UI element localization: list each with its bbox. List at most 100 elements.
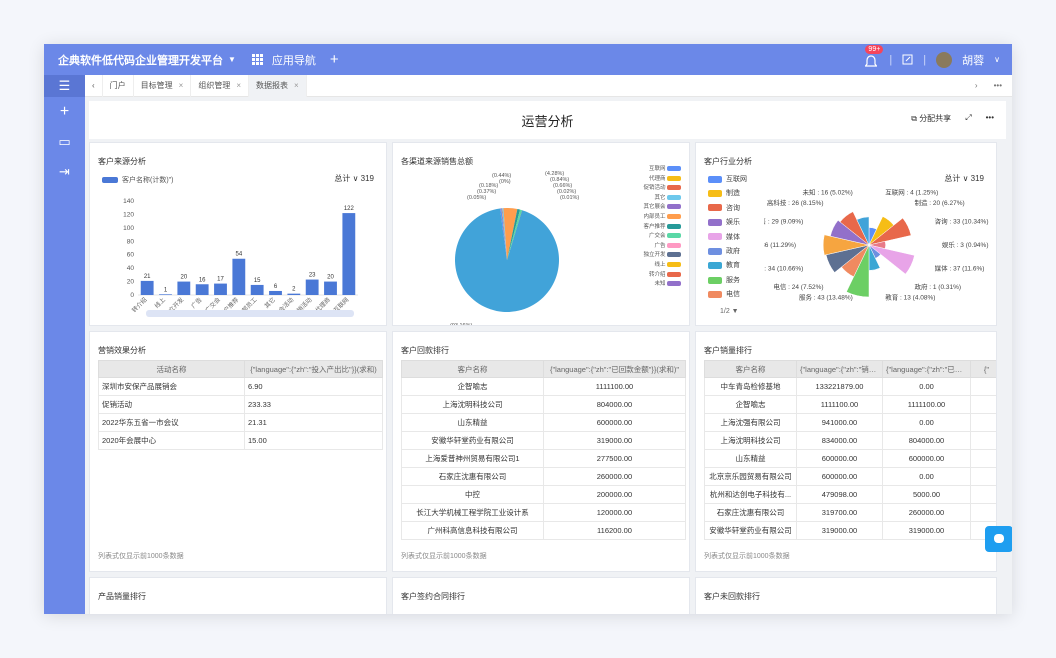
legend-item[interactable]: 媒体 [708, 231, 747, 245]
table-cell: 319000.00 [796, 521, 883, 540]
legend-item[interactable]: 其它 [643, 194, 681, 204]
chevron-down-icon[interactable]: ∨ [994, 55, 1000, 64]
column-header[interactable]: {" [970, 360, 996, 378]
table-row[interactable]: 北京京乐园贸易有限公司 600000.00 0.00 [704, 467, 996, 486]
legend-item[interactable]: 政府 [708, 245, 747, 259]
bar [159, 294, 172, 295]
table-row[interactable]: 杭州和达创电子科技有... 479098.00 5000.00 [704, 485, 996, 504]
column-header[interactable]: 客户名称 [704, 360, 797, 378]
edit-icon[interactable] [902, 54, 913, 65]
table-row[interactable]: 石家庄沈惠有限公司 319700.00 260000.00 [704, 503, 996, 522]
legend-item[interactable]: 广告 [643, 242, 681, 252]
legend-item[interactable]: 促销活动 [643, 184, 681, 194]
table-row[interactable]: 石家庄沈惠有限公司 260000.00 [401, 467, 686, 486]
table-row[interactable]: 促销活动 233.33 [98, 395, 383, 414]
app-nav-button[interactable]: 应用导航 [251, 52, 316, 68]
table-cell: 1111100.00 [543, 377, 686, 396]
table-row[interactable]: 上海沈强有限公司 941000.00 0.00 [704, 413, 996, 432]
legend-item[interactable]: 转介绍 [643, 271, 681, 281]
table-row[interactable]: 深圳市安保产品展销会 6.90 [98, 377, 383, 396]
legend-item[interactable]: 广交会 [643, 232, 681, 242]
menu-icon[interactable]: ☰ [44, 75, 85, 97]
add-icon[interactable]: + [44, 97, 85, 127]
table-row[interactable]: 中控 200000.00 [401, 485, 686, 504]
chevron-down-icon[interactable]: ▼ [228, 55, 236, 64]
table-row[interactable]: 上海沈明科技公司 834000.00 804000.00 [704, 431, 996, 450]
table-row[interactable]: 山东精益 600000.00 [401, 413, 686, 432]
legend-item[interactable]: 代理商 [643, 175, 681, 185]
table-row[interactable]: 中车青岛检修基地 133221879.00 0.00 [704, 377, 996, 396]
card-title: 客户行业分析 [704, 157, 752, 166]
data-label: 未知 : 16 (5.02%) [803, 187, 853, 196]
tab-portal[interactable]: 门户 [103, 74, 134, 97]
table-row[interactable]: 企智喻志 1111100.00 1111100.00 [704, 395, 996, 414]
table-cell: 上海沈强有限公司 [704, 413, 797, 432]
chevron-right-icon[interactable]: › [975, 81, 978, 90]
legend-item[interactable]: 电信 [708, 288, 747, 302]
monitor-icon[interactable]: ▭ [44, 127, 85, 157]
share-button[interactable]: ⧉ 分配共享 [911, 113, 951, 124]
legend-item[interactable]: 娱乐 [708, 216, 747, 230]
x-tick-label: 广告 [189, 296, 203, 310]
x-tick-label: 其它 [263, 296, 277, 310]
fullscreen-icon[interactable]: ⤢ [965, 113, 971, 124]
notification-button[interactable]: 99+ [865, 44, 884, 67]
data-table: 客户名称 {"language":{"zh":"已回款金额"}}(求和)" 企智喻志… [401, 360, 686, 540]
table-cell: 319000.00 [882, 521, 971, 540]
table-row[interactable]: 长江大学机械工程学院工业设计系 120000.00 [401, 503, 686, 522]
more-icon[interactable]: ••• [986, 113, 994, 124]
data-label: 制造 : 20 (6.27%) [914, 198, 964, 207]
table-row[interactable]: 安徽华轩堂药业有限公司 319000.00 [401, 431, 686, 450]
legend-item[interactable]: 服务 [708, 274, 747, 288]
more-icon[interactable]: ••• [994, 81, 1002, 90]
close-icon[interactable]: × [294, 81, 299, 90]
legend-item[interactable]: 教育 [708, 259, 747, 273]
table-cell: 277500.00 [543, 449, 686, 468]
table-row[interactable]: 上海沈明科技公司 804000.00 [401, 395, 686, 414]
legend-item[interactable]: 互联网 [643, 165, 681, 175]
table-row[interactable]: 安徽华轩堂药业有限公司 319000.00 319000.00 [704, 521, 996, 540]
table-row[interactable]: 2020年会展中心 15.00 [98, 431, 383, 450]
column-header[interactable]: {"language":{"zh":"已回款金额"}}(求和)" [882, 360, 971, 378]
export-icon[interactable]: ⇥ [44, 157, 85, 187]
legend-item[interactable]: 互联网 [708, 173, 747, 187]
table-row[interactable]: 广州科高信息科技有限公司 116200.00 [401, 521, 686, 540]
card-title: 营销效果分析 [98, 346, 146, 355]
column-header[interactable]: {"language":{"zh":"已回款金额"}}(求和)" [543, 360, 686, 378]
tab-back[interactable]: ‹ [85, 74, 103, 97]
chat-button[interactable] [985, 526, 1012, 552]
table-row[interactable]: 上海爱普神州贸易有限公司1 277500.00 [401, 449, 686, 468]
user-name[interactable]: 胡蓉 [962, 52, 984, 68]
legend-item[interactable]: 线上 [643, 261, 681, 271]
table-cell: 200000.00 [543, 485, 686, 504]
legend-item[interactable]: 独立开发 [643, 251, 681, 261]
add-icon[interactable]: + [330, 51, 339, 68]
tab-org[interactable]: 组织管理 × [191, 74, 250, 97]
legend-item[interactable]: 客户推荐 [643, 223, 681, 233]
close-icon[interactable]: × [236, 81, 241, 90]
column-header[interactable]: {"language":{"zh":"投入产出比"}}(求和) [244, 360, 383, 378]
table-cell: 5000.00 [882, 485, 971, 504]
column-header[interactable]: 活动名称 [98, 360, 245, 378]
data-table: 客户名称{"language":{"zh":"销售总额"}}(求和)"{"lan… [704, 360, 996, 540]
data-label: 21 [144, 274, 151, 280]
scrollbar[interactable] [146, 310, 354, 317]
app-title[interactable]: 企典软件低代码企业管理开发平台 [58, 52, 223, 68]
table-row[interactable]: 企智喻志 1111100.00 [401, 377, 686, 396]
column-header[interactable]: 客户名称 [401, 360, 544, 378]
legend-item[interactable]: 其它展会 [643, 203, 681, 213]
legend-item[interactable]: 制造 [708, 187, 747, 201]
legend-item[interactable]: 未知 [643, 280, 681, 290]
tab-goals[interactable]: 目标管理 × [134, 74, 192, 97]
column-header[interactable]: {"language":{"zh":"销售总额"}}(求和)" [796, 360, 883, 378]
close-icon[interactable]: × [179, 81, 184, 90]
bar [250, 284, 264, 295]
legend-pager[interactable]: 1/2 ▼ [720, 308, 739, 315]
tab-reports[interactable]: 数据报表 × [249, 74, 307, 97]
table-row[interactable]: 山东精益 600000.00 600000.00 [704, 449, 996, 468]
table-row[interactable]: 2022华东五省一市会议 21.31 [98, 413, 383, 432]
avatar[interactable] [936, 51, 953, 68]
total-dropdown[interactable]: 总计 ∨ 319 [334, 173, 374, 184]
legend-item[interactable]: 内部员工 [643, 213, 681, 223]
legend-item[interactable]: 咨询 [708, 202, 747, 216]
